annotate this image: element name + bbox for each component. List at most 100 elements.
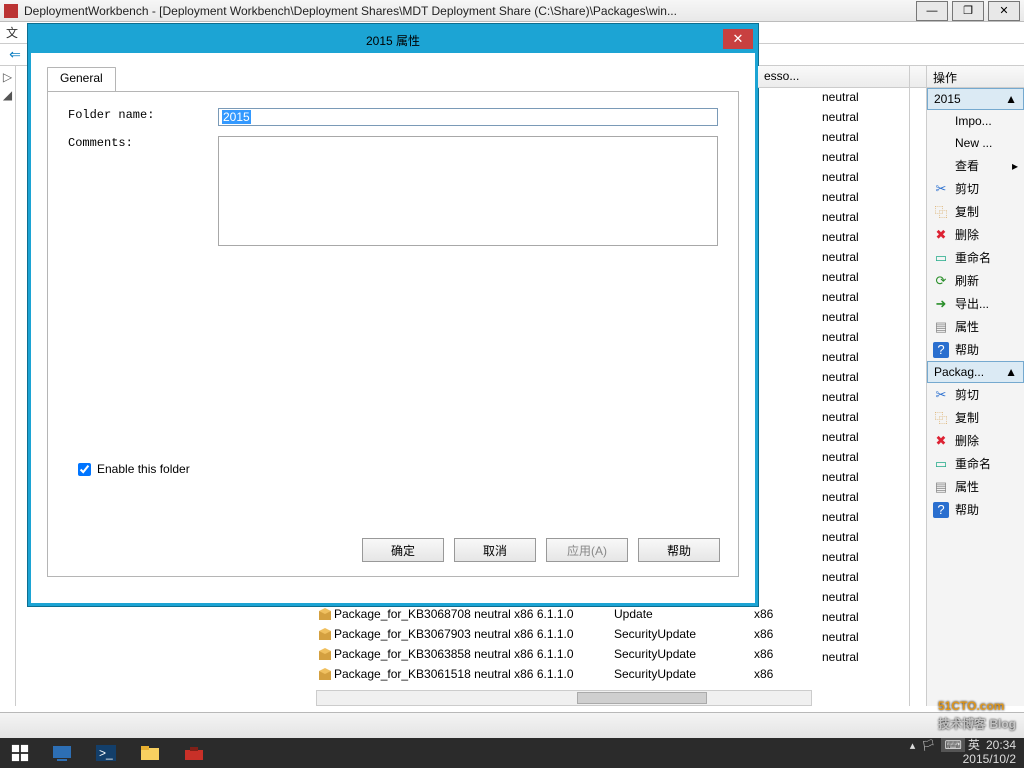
enable-folder-label: Enable this folder — [97, 462, 190, 476]
action-item[interactable]: Impo... — [927, 110, 1024, 132]
action-item[interactable]: ▤ 属性 — [927, 475, 1024, 498]
action-item[interactable]: ⿻复制 — [927, 406, 1024, 429]
action-item[interactable]: ✂ 剪切 — [927, 177, 1024, 200]
dialog-titlebar[interactable]: 2015 属性 ✕ — [31, 27, 755, 53]
properties-dialog: 2015 属性 ✕ General Folder name: 2015 Comm… — [28, 24, 758, 606]
action-icon: ✖ — [933, 433, 949, 449]
action-label: 刷新 — [955, 272, 979, 289]
col-processor-header[interactable]: esso... — [758, 66, 909, 88]
actions-panel: 操作 2015▲ Impo...New ...查看▸ ✂剪切⿻复制✖删除▭重命名… — [926, 66, 1024, 706]
minimize-button[interactable]: — — [916, 1, 948, 21]
action-label: 帮助 — [955, 501, 979, 518]
action-icon: ▭ — [933, 456, 949, 472]
statusbar — [0, 712, 1024, 738]
scrollbar-thumb[interactable] — [577, 692, 707, 704]
action-label: 删除 — [955, 432, 979, 449]
apply-button[interactable]: 应用(A) — [546, 538, 628, 562]
taskbar-powershell-icon[interactable]: >_ — [84, 738, 128, 768]
action-icon: ✂ — [933, 387, 949, 403]
action-label: 复制 — [955, 409, 979, 426]
actions-section-2015[interactable]: 2015▲ — [927, 88, 1024, 110]
action-icon: ➜ — [933, 296, 949, 312]
action-icon: ▤ — [933, 479, 949, 495]
tree-panel[interactable]: ▷◢ — [0, 66, 16, 706]
package-name: Package_for_KB3068708 neutral x86 6.1.1.… — [334, 607, 614, 621]
action-label: 帮助 — [955, 341, 979, 358]
start-button[interactable] — [0, 738, 40, 768]
package-icon — [316, 626, 334, 642]
action-item[interactable]: 查看▸ — [927, 154, 1024, 177]
help-button[interactable]: 帮助 — [638, 538, 720, 562]
action-icon: ⟳ — [933, 273, 949, 289]
window-title: DeploymentWorkbench - [Deployment Workbe… — [24, 4, 912, 18]
action-icon: ✂ — [933, 181, 949, 197]
comments-input[interactable] — [218, 136, 718, 246]
main-titlebar: DeploymentWorkbench - [Deployment Workbe… — [0, 0, 1024, 22]
ok-button[interactable]: 确定 — [362, 538, 444, 562]
action-label: 剪切 — [955, 180, 979, 197]
action-label: 重命名 — [955, 249, 991, 266]
action-item[interactable]: ➜ 导出... — [927, 292, 1024, 315]
action-icon: ? — [933, 342, 949, 358]
action-item[interactable]: New ... — [927, 132, 1024, 154]
menu-file[interactable]: 文 — [6, 24, 18, 41]
folder-name-label: Folder name: — [68, 108, 218, 126]
svg-text:>_: >_ — [99, 746, 113, 760]
tab-general[interactable]: General — [47, 67, 116, 91]
action-item[interactable]: ⟳ 刷新 — [927, 269, 1024, 292]
action-item[interactable]: ? 帮助 — [927, 338, 1024, 361]
package-type: Update — [614, 607, 754, 621]
action-item[interactable]: ▭ 重命名 — [927, 246, 1024, 269]
package-icon — [316, 606, 334, 622]
package-icon — [316, 666, 334, 682]
maximize-button[interactable]: ❐ — [952, 1, 984, 21]
package-type: SecurityUpdate — [614, 627, 754, 641]
action-icon: ▤ — [933, 319, 949, 335]
dialog-close-button[interactable]: ✕ — [723, 29, 753, 49]
package-name: Package_for_KB3061518 neutral x86 6.1.1.… — [334, 667, 614, 681]
comments-label: Comments: — [68, 136, 218, 246]
app-icon — [4, 4, 18, 18]
action-item[interactable]: ✂ 剪切 — [927, 383, 1024, 406]
package-name: Package_for_KB3063858 neutral x86 6.1.1.… — [334, 647, 614, 661]
package-type: SecurityUpdate — [614, 667, 754, 681]
actions-section-package[interactable]: Packag...▲ — [927, 361, 1024, 383]
action-label: 属性 — [955, 478, 979, 495]
folder-name-input[interactable]: 2015 — [218, 108, 718, 126]
taskbar: >_ ▴ 🏳 ⌨ 英 20:342015/10/2 — [0, 738, 1024, 768]
action-label: 剪切 — [955, 386, 979, 403]
action-item[interactable]: ⿻复制 — [927, 200, 1024, 223]
action-label: New ... — [955, 136, 992, 150]
taskbar-explorer-icon[interactable] — [128, 738, 172, 768]
cancel-button[interactable]: 取消 — [454, 538, 536, 562]
action-label: 删除 — [955, 226, 979, 243]
action-item[interactable]: ✖ 删除 — [927, 429, 1024, 452]
action-item[interactable]: ? 帮助 — [927, 498, 1024, 521]
action-item[interactable]: ▤ 属性 — [927, 315, 1024, 338]
dialog-title: 2015 属性 — [366, 32, 420, 49]
taskbar-server-manager-icon[interactable] — [40, 738, 84, 768]
close-button[interactable]: ✕ — [988, 1, 1020, 21]
system-tray[interactable]: ▴ 🏳 ⌨ 英 20:342015/10/2 — [910, 739, 1024, 767]
action-icon: ⿻ — [933, 410, 949, 426]
action-icon: ⿻ — [933, 204, 949, 220]
dialog-tabs: General — [47, 67, 739, 91]
package-name: Package_for_KB3067903 neutral x86 6.1.1.… — [334, 627, 614, 641]
action-icon: ✖ — [933, 227, 949, 243]
back-icon[interactable]: ⇐ — [6, 47, 24, 63]
action-label: 属性 — [955, 318, 979, 335]
action-item[interactable]: ▭ 重命名 — [927, 452, 1024, 475]
action-icon: ▭ — [933, 250, 949, 266]
action-icon: ? — [933, 502, 949, 518]
enable-folder-checkbox[interactable] — [78, 463, 91, 476]
action-label: 查看 — [955, 157, 979, 174]
action-label: 重命名 — [955, 455, 991, 472]
actions-header: 操作 — [927, 66, 1024, 88]
action-label: 复制 — [955, 203, 979, 220]
action-item[interactable]: ✖ 删除 — [927, 223, 1024, 246]
action-label: 导出... — [955, 295, 989, 312]
horizontal-scrollbar[interactable] — [316, 690, 812, 706]
taskbar-toolbox-icon[interactable] — [172, 738, 216, 768]
tab-general-content: Folder name: 2015 Comments: Enable this … — [47, 91, 739, 577]
package-icon — [316, 646, 334, 662]
